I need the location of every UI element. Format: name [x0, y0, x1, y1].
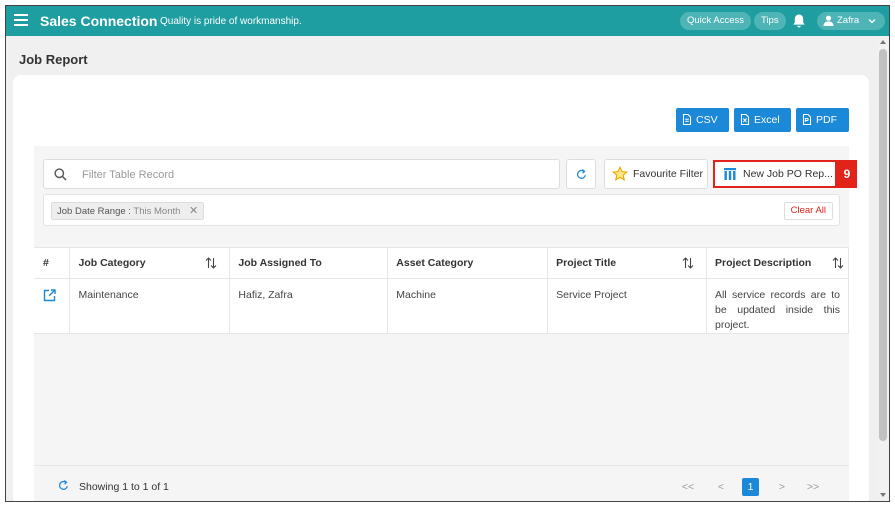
active-filters: Job Date Range : This Month ✕ Clear All: [43, 194, 840, 226]
file-icon: [682, 113, 692, 126]
csv-label: CSV: [696, 114, 718, 126]
refresh-icon[interactable]: [58, 480, 69, 491]
row-action-cell: [34, 278, 71, 334]
vertical-scrollbar[interactable]: [877, 36, 889, 501]
brand-name: Sales Connection: [40, 13, 158, 29]
report-label: New Job PO Rep...: [743, 168, 833, 180]
step-badge: 9: [837, 160, 857, 188]
excel-export-button[interactable]: Excel: [734, 108, 791, 132]
scroll-up-arrow[interactable]: [880, 40, 886, 44]
user-menu[interactable]: Zafra: [817, 12, 885, 30]
record-count: Showing 1 to 1 of 1: [79, 481, 169, 493]
tagline: Quality is pride of workmanship.: [160, 16, 302, 27]
columns-icon: [724, 168, 736, 180]
last-page-button[interactable]: >>: [803, 478, 823, 496]
user-name: Zafra: [837, 15, 860, 26]
header-project-title[interactable]: Project Title: [547, 247, 708, 279]
cell-project-description: All service records are to be updated in…: [706, 278, 849, 334]
sort-icon[interactable]: [205, 257, 217, 269]
search-icon: [54, 168, 67, 181]
filter-chip-value: This Month: [133, 206, 181, 217]
scrollbar-thumb[interactable]: [879, 49, 887, 441]
favourite-filter-label: Favourite Filter: [633, 168, 704, 180]
header-label: Project Title: [556, 257, 617, 269]
pdf-label: PDF: [816, 114, 837, 126]
filter-chip: Job Date Range : This Month ✕: [51, 202, 205, 220]
clear-all-button[interactable]: Clear All: [783, 202, 833, 220]
header-label: Job Category: [78, 257, 146, 269]
cell-job-category: Maintenance: [69, 278, 231, 334]
cell-job-assigned-to: Hafiz, Zafra: [229, 278, 389, 334]
scroll-down-arrow[interactable]: [880, 493, 886, 497]
tips-button[interactable]: Tips: [754, 12, 786, 30]
next-page-button[interactable]: >: [772, 478, 792, 496]
table-footer: Showing 1 to 1 of 1 << < 1 > >>: [34, 465, 849, 501]
user-icon: [823, 15, 834, 26]
app-window: Sales Connection Quality is pride of wor…: [5, 5, 890, 502]
file-icon: [740, 113, 750, 126]
top-navbar: Sales Connection Quality is pride of wor…: [6, 6, 889, 36]
header-job-assigned-to: Job Assigned To: [229, 247, 389, 279]
report-card: CSV Excel PDF Filter Table Record Favour…: [13, 75, 869, 501]
pdf-export-button[interactable]: PDF: [796, 108, 849, 132]
header-job-category[interactable]: Job Category: [69, 247, 231, 279]
header-project-description[interactable]: Project Description: [706, 247, 849, 279]
refresh-icon: [577, 169, 586, 179]
chevron-down-icon: [868, 19, 876, 24]
open-external-icon[interactable]: [43, 289, 56, 302]
sort-icon[interactable]: [682, 257, 694, 269]
excel-label: Excel: [754, 114, 780, 126]
refresh-button[interactable]: [566, 159, 596, 189]
page-1-button[interactable]: 1: [742, 478, 759, 496]
job-report-table: # Job Category Job Assigned To Asset Cat…: [34, 247, 849, 334]
table-header-row: # Job Category Job Assigned To Asset Cat…: [34, 247, 849, 279]
menu-icon[interactable]: [14, 14, 28, 26]
header-asset-category: Asset Category: [387, 247, 549, 279]
previous-page-button[interactable]: <: [711, 478, 731, 496]
star-icon: [612, 166, 628, 181]
csv-export-button[interactable]: CSV: [676, 108, 729, 132]
favourite-filter-button[interactable]: Favourite Filter: [604, 159, 708, 189]
header-index: #: [34, 247, 71, 279]
data-grid-panel: Favourite Filter New Job PO Rep... 9 Job…: [34, 146, 857, 501]
filter-chip-label: Job Date Range :: [57, 206, 131, 217]
first-page-button[interactable]: <<: [678, 478, 698, 496]
sort-icon[interactable]: [832, 257, 844, 269]
quick-access-button[interactable]: Quick Access: [680, 12, 752, 30]
report-selector-button[interactable]: New Job PO Rep...: [713, 160, 837, 188]
table-row: Maintenance Hafiz, Zafra Machine Service…: [34, 278, 849, 334]
cell-project-title: Service Project: [547, 278, 708, 334]
cell-asset-category: Machine: [387, 278, 549, 334]
header-label: Project Description: [715, 257, 812, 269]
page-title: Job Report: [19, 52, 88, 67]
bell-icon[interactable]: [792, 13, 806, 29]
file-icon: [802, 113, 812, 126]
search-box: [43, 159, 560, 189]
remove-filter-icon[interactable]: ✕: [189, 205, 198, 217]
search-input[interactable]: [82, 166, 542, 184]
